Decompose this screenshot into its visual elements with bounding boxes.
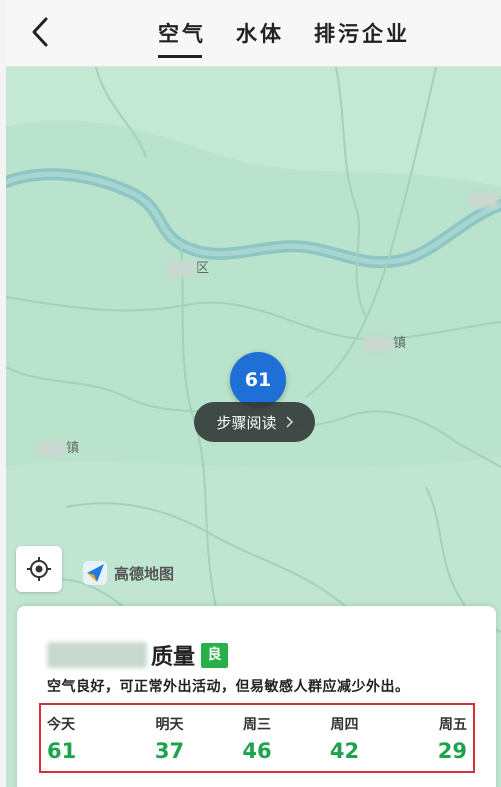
step-reading-button[interactable]: 步骤阅读 — [194, 402, 315, 442]
town-label-west: 镇 — [36, 437, 79, 457]
aqi-forecast-row: 今天 61 明天 37 周三 46 周四 42 周五 29 — [39, 703, 475, 773]
forecast-day: 明天 37 — [135, 705, 205, 771]
aqi-station-marker[interactable]: 61 — [230, 352, 286, 408]
aqi-level-badge: 良 — [201, 642, 229, 668]
tab-polluting-enterprises[interactable]: 排污企业 — [314, 18, 410, 58]
tab-water[interactable]: 水体 — [236, 18, 284, 58]
blurred-place-name — [468, 192, 498, 208]
locate-button[interactable] — [16, 546, 62, 592]
forecast-day-label: 周五 — [439, 717, 467, 733]
map-provider-logo: 高德地图 — [82, 560, 174, 586]
amap-logo-icon — [83, 561, 107, 585]
forecast-day: 周三 46 — [222, 705, 292, 771]
top-bar: 空气 水体 排污企业 — [6, 0, 501, 67]
forecast-aqi-value: 42 — [329, 739, 360, 763]
forecast-day: 周五 29 — [397, 705, 467, 771]
blurred-place-name — [166, 260, 196, 277]
blurred-city-name — [47, 642, 147, 668]
forecast-aqi-value: 37 — [154, 739, 185, 763]
air-quality-description: 空气良好，可正常外出活动，但易敏感人群应减少外出。 — [47, 679, 410, 695]
chevron-right-icon — [285, 416, 293, 428]
map-provider-label: 高德地图 — [114, 564, 175, 583]
tab-air[interactable]: 空气 — [158, 18, 206, 58]
forecast-aqi-value: 29 — [437, 739, 467, 763]
forecast-aqi-value: 61 — [47, 739, 77, 763]
forecast-day-label: 今天 — [47, 717, 75, 733]
chevron-left-icon — [32, 17, 48, 47]
forecast-day-label: 明天 — [155, 717, 184, 733]
town-label-east: 镇 — [363, 332, 406, 352]
edge-place-label — [468, 192, 498, 208]
marker-aqi-value: 61 — [244, 369, 272, 391]
district-label: 区 — [166, 257, 209, 277]
locate-icon — [27, 557, 51, 581]
air-quality-title: 质量 良 — [47, 639, 229, 671]
blurred-place-name — [363, 335, 393, 352]
step-reading-label: 步骤阅读 — [216, 413, 277, 432]
back-button[interactable] — [26, 15, 56, 49]
blurred-place-name — [36, 440, 66, 457]
forecast-day: 今天 61 — [47, 705, 117, 771]
air-quality-card: 质量 良 空气良好，可正常外出活动，但易敏感人群应减少外出。 今天 61 明天 … — [17, 606, 496, 787]
app-frame: 空气 水体 排污企业 区 镇 镇 61 步骤阅读 高德地图 质量 良 空气良好，… — [6, 0, 501, 787]
forecast-day-label: 周三 — [243, 717, 271, 733]
forecast-day: 周四 42 — [310, 705, 380, 771]
forecast-aqi-value: 46 — [242, 739, 272, 763]
air-quality-title-text: 质量 — [151, 644, 196, 670]
tab-bar: 空气 水体 排污企业 — [158, 18, 410, 58]
forecast-day-label: 周四 — [330, 717, 359, 733]
